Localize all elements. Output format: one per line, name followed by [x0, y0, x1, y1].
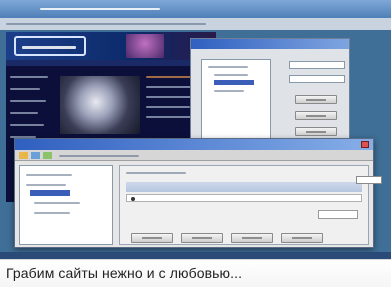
browser-title-text	[40, 8, 160, 10]
toolbar-icon[interactable]	[43, 152, 52, 159]
settings-button[interactable]	[295, 95, 337, 104]
browser-title-bar	[0, 0, 391, 18]
tree-item-selected[interactable]	[30, 190, 70, 196]
settings-dialog-title-bar	[191, 39, 349, 49]
site-logo-mark	[22, 46, 76, 49]
dialog-button[interactable]	[131, 233, 173, 243]
properties-input[interactable]	[318, 210, 358, 219]
toolbar-menu[interactable]	[59, 155, 139, 157]
dialog-button[interactable]	[181, 233, 223, 243]
tree-item[interactable]	[214, 90, 244, 92]
photo-frame: Грабим сайты нежно и с любовью...	[0, 0, 391, 287]
sidebar-item[interactable]	[10, 88, 40, 90]
toolbar-icon[interactable]	[31, 152, 40, 159]
content-line	[146, 106, 190, 108]
side-field[interactable]	[356, 176, 382, 184]
sidebar-item[interactable]	[10, 112, 38, 114]
header-graphic	[126, 34, 164, 58]
settings-dialog	[190, 38, 350, 150]
site-header	[6, 32, 216, 60]
tree-item[interactable]	[34, 202, 80, 204]
tree-item[interactable]	[34, 212, 70, 214]
main-dialog	[14, 138, 374, 248]
settings-field[interactable]	[289, 61, 345, 69]
tree-item[interactable]	[208, 66, 248, 68]
properties-heading	[126, 172, 186, 174]
tree-item[interactable]	[26, 174, 72, 176]
close-icon[interactable]	[361, 141, 369, 148]
address-bar[interactable]	[6, 23, 206, 25]
radio-icon[interactable]	[131, 197, 135, 201]
monitor-screen	[0, 0, 391, 259]
content-line	[146, 86, 196, 88]
folder-icon[interactable]	[19, 152, 28, 159]
site-nav-bar[interactable]	[6, 60, 216, 66]
dialog-button[interactable]	[281, 233, 323, 243]
settings-button[interactable]	[295, 111, 337, 120]
caption-text: Грабим сайты нежно и с любовью...	[6, 265, 243, 281]
properties-selected-row[interactable]	[126, 182, 362, 192]
sidebar-item[interactable]	[10, 76, 48, 78]
main-dialog-toolbar[interactable]	[15, 150, 373, 161]
tree-item[interactable]	[26, 184, 66, 186]
sidebar-item[interactable]	[10, 100, 46, 102]
caption-bar: Грабим сайты нежно и с любовью...	[0, 259, 391, 287]
browser-toolbar[interactable]	[0, 18, 391, 30]
settings-tree[interactable]	[201, 59, 271, 139]
main-dialog-title-bar	[15, 139, 373, 150]
settings-button[interactable]	[295, 127, 337, 136]
site-artwork-image	[60, 76, 140, 134]
project-tree[interactable]	[19, 165, 113, 245]
site-logo[interactable]	[14, 36, 86, 56]
tree-item-selected[interactable]	[214, 80, 254, 85]
properties-row[interactable]	[126, 194, 362, 202]
tree-item[interactable]	[214, 74, 248, 76]
taskbar[interactable]	[0, 252, 391, 259]
sidebar-item[interactable]	[10, 124, 44, 126]
settings-field[interactable]	[289, 75, 345, 83]
dialog-button[interactable]	[231, 233, 273, 243]
